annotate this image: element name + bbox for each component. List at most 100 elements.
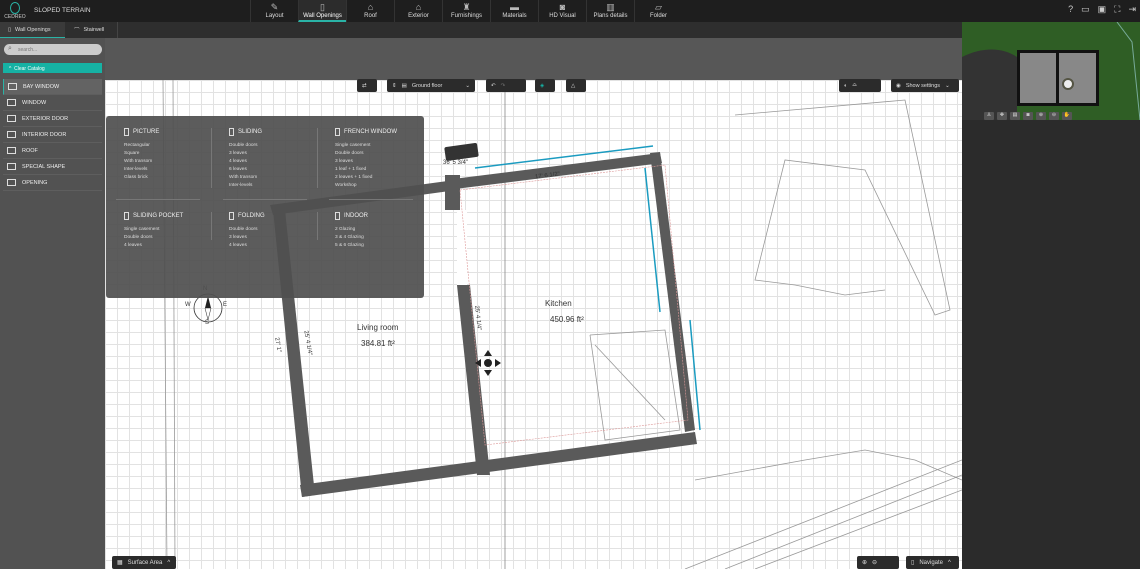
- orbit-icon[interactable]: ✥: [997, 112, 1007, 120]
- catalog-item-roof[interactable]: ROOF: [3, 143, 102, 159]
- catalog-option[interactable]: 3 & 4 Glazing: [335, 234, 435, 242]
- nav-materials[interactable]: ▬ Materials: [490, 0, 538, 22]
- tab-wall-openings[interactable]: ▯ Wall Openings: [0, 22, 65, 38]
- catalog-option[interactable]: 4 leaves: [229, 242, 329, 250]
- plan-icon[interactable]: ▤: [1010, 112, 1020, 120]
- dimension-label: 36' 5 3/4": [443, 160, 468, 166]
- search-input[interactable]: ⌕ search...: [4, 44, 102, 55]
- zoom-in-icon[interactable]: ⊕: [862, 559, 867, 566]
- nav-roof[interactable]: ⌂ Roof: [346, 0, 394, 22]
- catalog-option[interactable]: 3 leaves: [229, 234, 329, 242]
- catalog-option[interactable]: Glass brick: [124, 174, 224, 182]
- opening-type-icon: [7, 179, 16, 186]
- updown-icon: ⇕: [392, 82, 397, 89]
- nav-wall-openings[interactable]: ▯ Wall Openings: [298, 0, 346, 22]
- exit-icon[interactable]: ⇥: [1128, 4, 1136, 15]
- opening-type-icon: [8, 83, 17, 90]
- nav-layout[interactable]: ✎ Layout: [250, 0, 298, 22]
- catalog-option[interactable]: 4 leaves: [229, 158, 329, 166]
- navigate-button[interactable]: ▯ Navigate ^: [906, 556, 959, 569]
- catalog-option[interactable]: Single casement: [335, 142, 435, 150]
- 3d-view-button[interactable]: ◈: [535, 79, 555, 92]
- redo-icon[interactable]: ↷: [501, 83, 506, 89]
- zoom-in-icon[interactable]: ⊕: [1036, 112, 1046, 120]
- catalog-option[interactable]: 2 Glazing: [335, 226, 435, 234]
- comment-icon[interactable]: ▭: [1081, 4, 1090, 15]
- catalog-option[interactable]: 3 leaves: [335, 158, 435, 166]
- opening-type-icon: [7, 131, 16, 138]
- catalog-option[interactable]: Inter-levels: [229, 182, 329, 190]
- opening-type-icon: [7, 115, 16, 122]
- room-area-living: 384.81 ft²: [361, 339, 395, 348]
- terrain-button[interactable]: △: [566, 79, 586, 92]
- nav-furnishings[interactable]: ♜ Furnishings: [442, 0, 490, 22]
- catalog-item-exterior-door[interactable]: EXTERIOR DOOR: [3, 111, 102, 127]
- catalog-item-bay-window[interactable]: BAY WINDOW: [3, 79, 102, 95]
- window-type-icon: [124, 128, 129, 136]
- chevron-down-icon: ⌄: [465, 82, 470, 89]
- catalog-group-title[interactable]: FOLDING: [229, 212, 329, 220]
- top-bar: CEDREO SLOPED TERRAIN ✎ Layout ▯ Wall Openi…: [0, 0, 1140, 22]
- 3d-preview[interactable]: ♙ ✥ ▤ ◙ ⊕ ⊖ ✋: [962, 22, 1140, 120]
- catalog-option[interactable]: 2 leaves + 1 fixed: [335, 174, 435, 182]
- catalog-option[interactable]: 1 leaf + 1 fixed: [335, 166, 435, 174]
- zoom-out-icon[interactable]: ⊖: [872, 559, 877, 566]
- slope-icon[interactable]: ⌓: [852, 82, 856, 89]
- nav-exterior[interactable]: ⌂ Exterior: [394, 0, 442, 22]
- nav-folder[interactable]: ▱ Folder: [634, 0, 682, 22]
- compass: [193, 293, 223, 323]
- catalog-option[interactable]: Rectangular: [124, 142, 224, 150]
- zoom-controls: ⊕ ⊖: [857, 556, 899, 569]
- window-type-icon: [335, 128, 340, 136]
- camera-icon[interactable]: ◙: [1023, 112, 1033, 120]
- top-right-tools: ? ▭ ▣ ⛶ ⇥: [1068, 4, 1136, 15]
- catalog-option[interactable]: With transom: [124, 158, 224, 166]
- search-icon: ⌕: [8, 45, 12, 52]
- cedreo-logo: CEDREO: [4, 2, 26, 22]
- catalog-option[interactable]: 5 & 6 Glazing: [335, 242, 435, 250]
- catalog-group-title[interactable]: INDOOR: [335, 212, 435, 220]
- catalog-group-title[interactable]: SLIDING POCKET: [124, 212, 224, 220]
- catalog-option[interactable]: Single casement: [124, 226, 224, 234]
- catalog-group: FRENCH WINDOW Single casement Double doors…: [335, 128, 435, 190]
- fullscreen-icon[interactable]: ⛶: [1114, 4, 1120, 15]
- zoom-out-icon[interactable]: ⊖: [1049, 112, 1059, 120]
- catalog-item-special-shape[interactable]: SPECIAL SHAPE: [3, 159, 102, 175]
- person-icon[interactable]: ♙: [984, 112, 994, 120]
- save-icon[interactable]: ▣: [1098, 4, 1107, 15]
- catalog-option[interactable]: Double doors: [229, 226, 329, 234]
- catalog-item-opening[interactable]: OPENING: [3, 175, 102, 191]
- nav-plans-details[interactable]: ▥ Plans details: [586, 0, 634, 22]
- catalog-group-title[interactable]: PICTURE: [124, 128, 224, 136]
- catalog-option[interactable]: Double doors: [229, 142, 329, 150]
- clear-catalog-button[interactable]: ^ Clear Catalog: [3, 63, 102, 73]
- catalog-option[interactable]: With transom: [229, 174, 329, 182]
- opening-type-icon: [7, 163, 16, 170]
- catalog-option[interactable]: 6 leaves: [229, 166, 329, 174]
- catalog-popup: PICTURE Rectangular Square With transom Inte…: [106, 116, 424, 298]
- undo-icon[interactable]: ↶: [491, 83, 496, 89]
- surface-area-button[interactable]: ▦ Surface Area ^: [112, 556, 176, 569]
- nav-hd-visual[interactable]: ◙ HD Visual: [538, 0, 586, 22]
- catalog-option[interactable]: Double doors: [124, 234, 224, 242]
- layers-icon[interactable]: ◐: [844, 83, 847, 89]
- hand-icon[interactable]: ✋: [1062, 112, 1072, 120]
- catalog-option[interactable]: 4 leaves: [124, 242, 224, 250]
- chevron-up-icon: ^: [948, 559, 951, 566]
- catalog-option[interactable]: Workshop: [335, 182, 435, 190]
- catalog-group-title[interactable]: SLIDING: [229, 128, 329, 136]
- floor-selector[interactable]: ⇕ ▤ Ground floor ⌄: [387, 79, 475, 92]
- show-settings-button[interactable]: ◉ Show settings ⌄: [891, 79, 959, 92]
- 3d-preview-toolbar: ♙ ✥ ▤ ◙ ⊕ ⊖ ✋: [984, 112, 1072, 120]
- catalog-option[interactable]: Double doors: [335, 150, 435, 158]
- catalog-option[interactable]: Inter-levels: [124, 166, 224, 174]
- catalog-option[interactable]: 3 leaves: [229, 150, 329, 158]
- window-type-icon: [229, 212, 234, 220]
- swap-button[interactable]: ⇄: [357, 79, 377, 92]
- help-icon[interactable]: ?: [1068, 4, 1073, 15]
- catalog-group-title[interactable]: FRENCH WINDOW: [335, 128, 435, 136]
- tab-stairwell[interactable]: ⌒ Stairwell: [66, 22, 118, 38]
- catalog-item-interior-door[interactable]: INTERIOR DOOR: [3, 127, 102, 143]
- catalog-item-window[interactable]: WINDOW: [3, 95, 102, 111]
- catalog-option[interactable]: Square: [124, 150, 224, 158]
